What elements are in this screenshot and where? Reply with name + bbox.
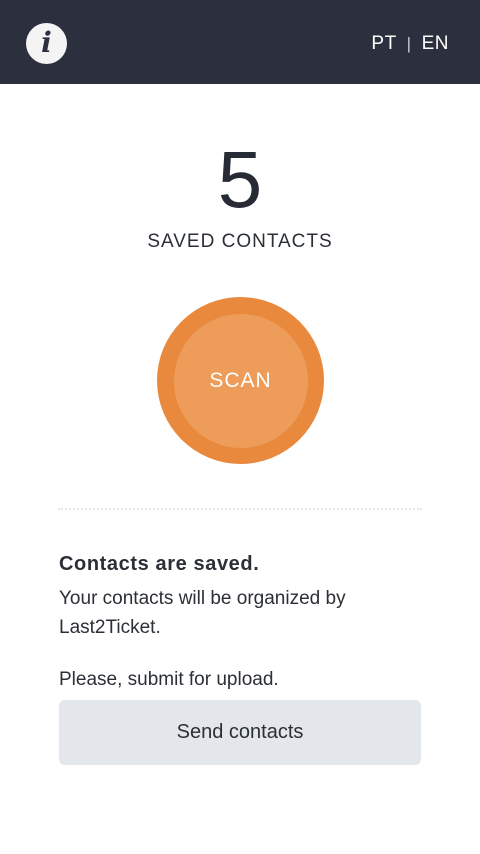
send-contacts-label: Send contacts [176,721,304,743]
saved-contacts-count: 5 [217,135,263,224]
lang-pt-link[interactable]: PT [371,33,396,55]
lang-separator: | [406,34,412,53]
status-message: Your contacts will be organized by Last2… [59,588,346,638]
lang-en-link[interactable]: EN [422,33,449,55]
app-screen: i PT | EN 5 SAVED CONTACTS SCAN Contacts… [0,0,480,854]
scan-label: SCAN [209,368,272,392]
scan-button[interactable]: SCAN [157,297,324,464]
info-icon[interactable]: i [26,23,67,64]
status-title: Contacts are saved. [59,553,260,575]
send-contacts-button[interactable]: Send contacts [59,700,421,765]
scan-button-inner: SCAN [173,313,308,448]
top-bar: i PT | EN [0,0,480,84]
saved-contacts-label: SAVED CONTACTS [147,231,333,252]
divider [58,508,422,510]
submit-prompt: Please, submit for upload. [59,669,279,690]
language-switcher: PT | EN [371,33,449,55]
info-glyph: i [41,25,52,59]
